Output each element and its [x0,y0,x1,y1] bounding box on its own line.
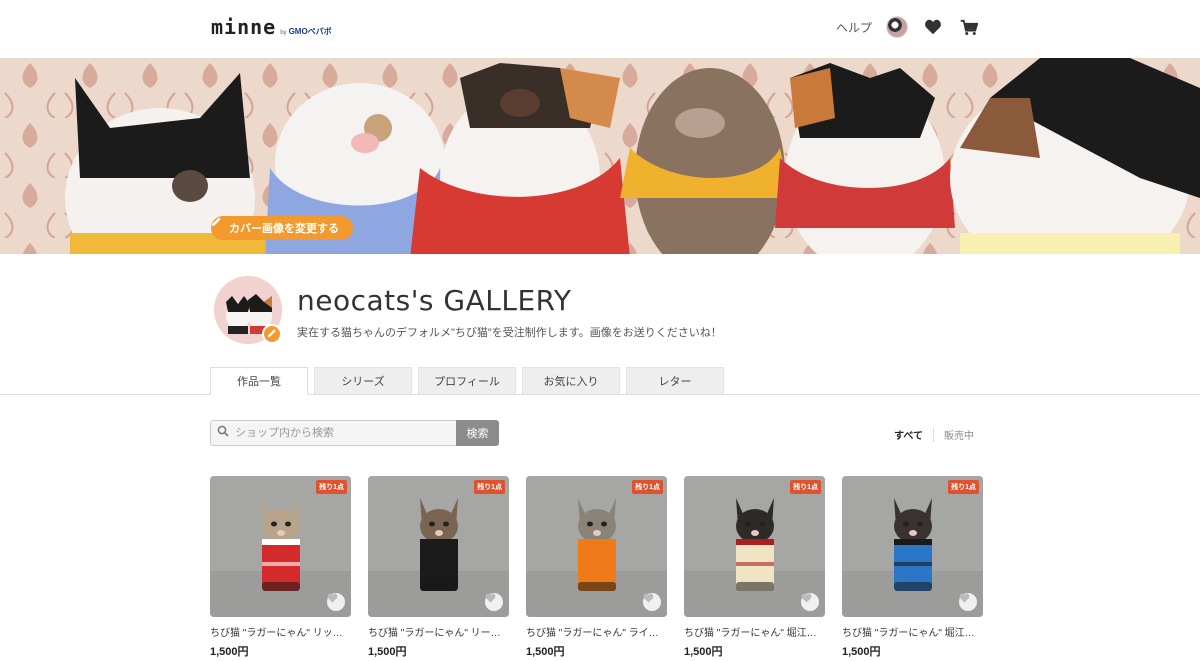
favorite-button[interactable] [801,593,819,611]
favorite-button[interactable] [959,593,977,611]
product-filter: すべて 販売中 [894,427,974,442]
product-image[interactable]: 残り1点 [684,476,825,617]
cart-icon[interactable] [958,16,980,38]
product-title[interactable]: ちび猫 "ラガーにゃん" リーコ… [368,624,509,639]
heart-icon [959,593,970,603]
stock-badge: 残り1点 [632,480,663,494]
change-cover-label: カバー画像を変更する [229,223,339,235]
product-title[interactable]: ちび猫 "ラガーにゃん" リッチ… [210,624,351,639]
tab-works[interactable]: 作品一覧 [210,367,308,395]
product-card[interactable]: 残り1点 ちび猫 "ラガーにゃん" リーコ… 1,500円 [368,476,509,659]
product-price: 1,500円 [526,646,565,658]
search-icon [217,424,229,442]
shop-name: neocats's GALLERY [297,284,572,317]
stock-badge: 残り1点 [316,480,347,494]
tab-letter[interactable]: レター [626,367,724,394]
logo-text: minne [211,15,277,39]
product-grid: 残り1点 ちび猫 "ラガーにゃん" リッチ… 1,500円 残り1点 ちび猫 "… [210,476,983,659]
product-price: 1,500円 [842,646,881,658]
product-title[interactable]: ちび猫 "ラガーにゃん" 堀江翔… [842,624,983,639]
search-button[interactable]: 検索 [456,420,499,446]
stock-badge: 残り1点 [474,480,505,494]
heart-icon[interactable] [922,16,944,38]
product-image[interactable]: 残り1点 [368,476,509,617]
tab-profile[interactable]: プロフィール [418,367,516,394]
product-card[interactable]: 残り1点 ちび猫 "ラガーにゃん" 堀江翔… 1,500円 [842,476,983,659]
favorite-button[interactable] [643,593,661,611]
tab-series[interactable]: シリーズ [314,367,412,394]
heart-icon [643,593,654,603]
logo-company: GMOペパボ [288,27,332,36]
search-input[interactable] [235,427,445,439]
product-title[interactable]: ちび猫 "ラガーにゃん" ライア… [526,624,667,639]
minne-logo[interactable]: minne by GMOペパボ [211,15,332,39]
stock-badge: 残り1点 [790,480,821,494]
help-link[interactable]: ヘルプ [836,19,872,36]
heart-icon [801,593,812,603]
site-header: minne by GMOペパボ ヘルプ [0,0,1200,58]
header-nav: ヘルプ [836,15,980,39]
product-price: 1,500円 [210,646,249,658]
cover-photo-felt-cats [0,58,1200,254]
product-card[interactable]: 残り1点 ちび猫 "ラガーにゃん" 堀江翔… 1,500円 [684,476,825,659]
shop-profile: neocats's GALLERY 実在する猫ちゃんのデフォルメ"ちび猫"を受注… [0,254,1200,395]
search-box [210,420,457,446]
shop-description: 実在する猫ちゃんのデフォルメ"ちび猫"を受注制作します。画像をお送りくださいね！ [297,327,722,339]
product-image[interactable]: 残り1点 [842,476,983,617]
product-price: 1,500円 [684,646,723,658]
edit-avatar-button[interactable] [262,324,282,344]
filter-all[interactable]: すべて [894,427,934,442]
heart-icon [327,593,338,603]
product-image[interactable]: 残り1点 [210,476,351,617]
product-title[interactable]: ちび猫 "ラガーにゃん" 堀江翔… [684,624,825,639]
pencil-icon [267,325,277,343]
cover-image: カバー画像を変更する [0,58,1200,254]
product-image[interactable]: 残り1点 [526,476,667,617]
product-card[interactable]: 残り1点 ちび猫 "ラガーにゃん" ライア… 1,500円 [526,476,667,659]
product-price: 1,500円 [368,646,407,658]
stock-badge: 残り1点 [948,480,979,494]
logo-by: by [280,30,287,36]
product-card[interactable]: 残り1点 ちび猫 "ラガーにゃん" リッチ… 1,500円 [210,476,351,659]
favorite-button[interactable] [485,593,503,611]
change-cover-button[interactable]: カバー画像を変更する [211,216,353,240]
favorite-button[interactable] [327,593,345,611]
user-avatar[interactable] [886,16,908,38]
tab-favorites[interactable]: お気に入り [522,367,620,394]
filter-on-sale[interactable]: 販売中 [934,427,974,442]
shop-tabs: 作品一覧 シリーズ プロフィール お気に入り レター [210,367,724,395]
heart-icon [485,593,496,603]
